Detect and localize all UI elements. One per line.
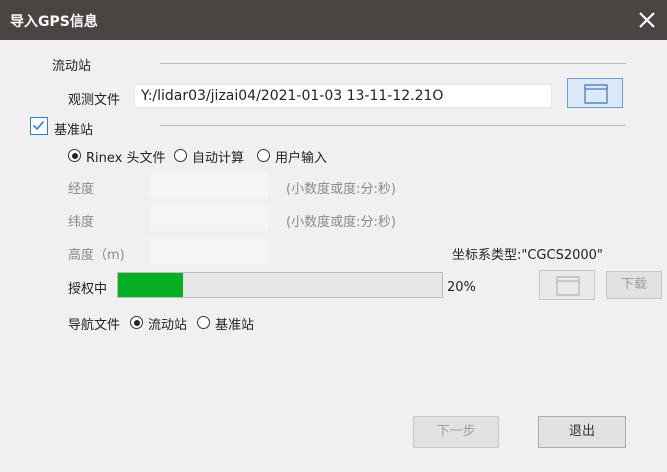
height-input[interactable] [150,238,268,264]
rover-divider [160,63,626,64]
download-button[interactable]: 下载 [606,271,662,299]
close-button[interactable] [623,0,667,40]
nav-file-label: 导航文件 [68,318,121,333]
license-browse-button[interactable] [539,270,595,300]
longitude-input[interactable] [150,172,268,198]
obs-file-path-field[interactable]: Y:/lidar03/jizai04/2021-01-03 13-11-12.2… [134,84,552,108]
license-progress-bar [117,272,443,298]
longitude-hint: (小数度或度:分:秒) [286,182,396,197]
window-title: 导入GPS信息 [10,14,98,30]
radio-rinex-header[interactable] [68,149,81,162]
radio-nav-base-label: 基准站 [215,318,255,333]
next-button[interactable]: 下一步 [413,416,499,448]
license-progress-fill [118,273,183,297]
height-label: 高度（m) [68,248,125,263]
browse-obs-file-button[interactable] [567,78,623,108]
license-percent: 20% [447,280,476,295]
radio-auto-calc[interactable] [174,149,187,162]
radio-nav-base[interactable] [197,316,210,329]
radio-user-input-label: 用户输入 [275,151,328,166]
latitude-input[interactable] [150,205,268,231]
checkmark-icon [32,120,45,131]
license-label: 授权中 [68,282,108,297]
longitude-label: 经度 [68,182,95,197]
folder-icon [584,84,608,104]
obs-file-label: 观测文件 [68,93,121,108]
radio-user-input[interactable] [257,149,270,162]
latitude-label: 纬度 [68,215,95,230]
title-bar: 导入GPS信息 [0,0,667,40]
base-divider [160,125,626,126]
folder-icon [556,276,580,296]
exit-button[interactable]: 退出 [538,416,626,448]
base-station-label: 基准站 [54,123,94,138]
latitude-hint: (小数度或度:分:秒) [286,215,396,230]
base-station-checkbox[interactable] [30,117,48,135]
radio-rinex-header-label: Rinex 头文件 [86,151,166,166]
radio-nav-rover-label: 流动站 [148,318,188,333]
radio-nav-rover[interactable] [130,316,143,329]
rover-section-label: 流动站 [52,59,92,74]
radio-auto-calc-label: 自动计算 [192,151,245,166]
close-icon [639,12,655,28]
coord-system-label: 坐标系类型:"CGCS2000" [452,248,603,263]
